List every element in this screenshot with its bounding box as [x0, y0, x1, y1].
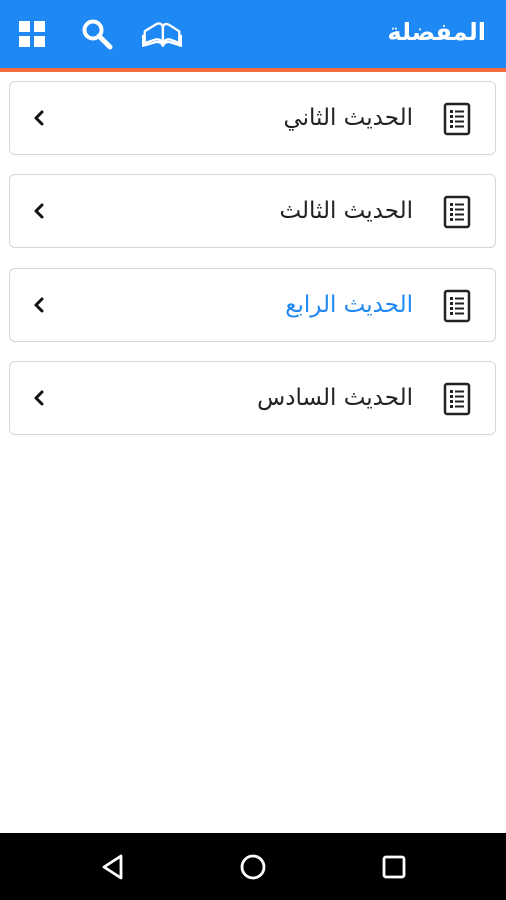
list-item-label: الحديث الرابع — [285, 292, 413, 318]
document-icon — [443, 382, 471, 416]
list-item[interactable]: الحديث السادس — [9, 361, 496, 435]
grid-icon — [19, 21, 45, 47]
back-button[interactable] — [92, 846, 134, 888]
list-item-label: الحديث الثاني — [283, 105, 413, 131]
home-button[interactable] — [232, 846, 274, 888]
system-navigation-bar — [0, 833, 506, 900]
search-icon — [82, 19, 113, 50]
app-bar: المفضلة — [0, 0, 506, 72]
list-item[interactable]: الحديث الثالث — [9, 174, 496, 248]
list-item[interactable]: الحديث الثاني — [9, 81, 496, 155]
home-circle-icon — [240, 854, 266, 880]
chevron-left-icon — [34, 297, 44, 313]
document-icon — [443, 289, 471, 323]
document-icon — [443, 102, 471, 136]
recents-square-icon — [382, 855, 406, 879]
list-item-label: الحديث السادس — [257, 385, 413, 411]
document-icon — [443, 195, 471, 229]
back-triangle-icon — [102, 854, 123, 880]
grid-menu-button[interactable] — [12, 14, 52, 54]
list-item-label: الحديث الثالث — [279, 198, 413, 224]
open-book-icon — [142, 22, 182, 47]
list-item[interactable]: الحديث الرابع — [9, 268, 496, 342]
page-title: المفضلة — [387, 18, 486, 46]
chevron-left-icon — [34, 390, 44, 406]
chevron-left-icon — [34, 110, 44, 126]
recents-button[interactable] — [373, 846, 415, 888]
search-button[interactable] — [77, 14, 117, 54]
open-book-button[interactable] — [142, 14, 182, 54]
chevron-left-icon — [34, 203, 44, 219]
